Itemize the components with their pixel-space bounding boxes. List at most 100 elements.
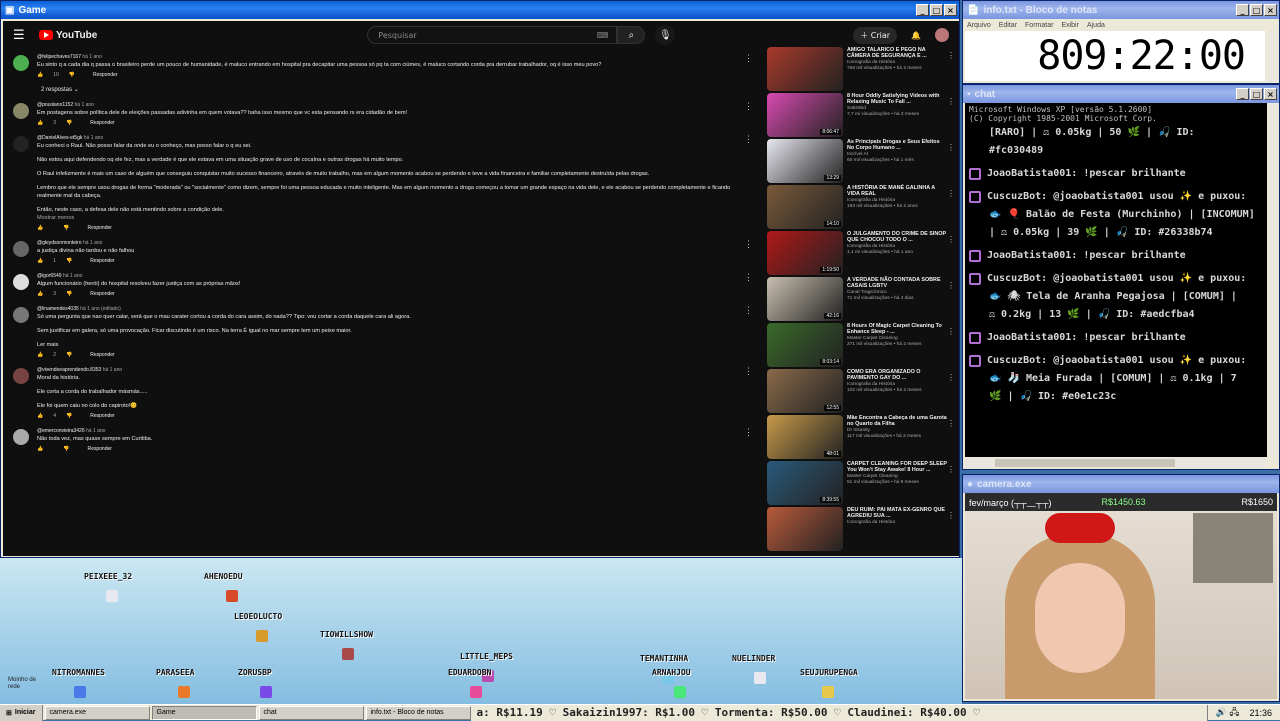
comment-author[interactable]: @prusiiano1152 [37, 102, 73, 108]
video-thumbnail[interactable]: 14:10 [767, 185, 843, 229]
notepad-scrollbar[interactable] [1268, 31, 1278, 81]
video-title[interactable]: 8 Hours Of Magic Carpet Cleaning To Enha… [847, 323, 947, 336]
maximize-button[interactable]: □ [930, 4, 943, 16]
reply-button[interactable]: Responder [90, 351, 114, 359]
search-button[interactable]: ⌕ [617, 26, 646, 44]
more-vert-icon[interactable]: ⋮ [947, 143, 955, 152]
video-thumbnail[interactable]: 42:16 [767, 277, 843, 321]
video-thumbnail[interactable]: 8:06:47 [767, 93, 843, 137]
video-title[interactable]: DEU RUIM: PAI MATA EX-GENRO QUE AGREDIU … [847, 507, 947, 520]
more-vert-icon[interactable]: ⋮ [947, 419, 955, 428]
comment-avatar[interactable] [13, 55, 29, 71]
comment-author[interactable]: @gleydsonmonteiro [37, 240, 82, 246]
dislike-icon[interactable]: 👎 [66, 257, 72, 265]
comment-avatar[interactable] [13, 307, 29, 323]
minimize-button[interactable]: _ [1236, 4, 1249, 16]
reply-button[interactable]: Responder [90, 119, 114, 127]
notepad-titlebar[interactable]: 📄 info.txt - Bloco de notas _ □ × [963, 1, 1279, 19]
camera-titlebar[interactable]: ● camera.exe [963, 475, 1279, 493]
search-input[interactable]: Pesquisar ⌨ [367, 26, 618, 44]
like-icon[interactable]: 👍 [37, 71, 43, 79]
sidebar-video[interactable]: AMIGO TALARICO É PEGO NA CÂMERA DE SEGUR… [767, 47, 957, 93]
read-more-link[interactable]: Ler mais [37, 341, 733, 349]
close-button[interactable]: × [1264, 88, 1277, 100]
dislike-icon[interactable]: 👎 [63, 445, 69, 453]
like-icon[interactable]: 👍 [37, 224, 43, 232]
menu-item-3[interactable]: Exibir [1061, 22, 1079, 29]
task-game[interactable]: Game [151, 705, 257, 720]
comment-avatar[interactable] [13, 241, 29, 257]
sidebar-video[interactable]: 48:01 Mãe Encontra a Cabeça de uma Garota… [767, 415, 957, 461]
show-less-link[interactable]: Mostrar menos [37, 214, 733, 222]
chat-horizontal-scrollbar[interactable] [965, 458, 1267, 468]
menu-item-1[interactable]: Editar [999, 22, 1017, 29]
dislike-icon[interactable]: 👎 [66, 351, 72, 359]
comment-author[interactable]: @DanielAlves-et5gk [37, 135, 82, 141]
reply-button[interactable]: Responder [90, 290, 114, 298]
reply-button[interactable]: Responder [90, 257, 114, 265]
comment-avatar[interactable] [13, 368, 29, 384]
sidebar-video[interactable]: 1:19:50 O JULGAMENTO DO CRIME DE SINOP QU… [767, 231, 957, 277]
sidebar-video[interactable]: 8:39:55 CARPET CLEANING FOR DEEP SLEEP Yo… [767, 461, 957, 507]
sidebar-video[interactable]: 13:29 As Principais Drogas e Seus Efeitos… [767, 139, 957, 185]
dislike-icon[interactable]: 👎 [66, 119, 72, 127]
voice-search-button[interactable]: 🎙 [655, 25, 676, 45]
video-thumbnail[interactable]: 13:29 [767, 139, 843, 183]
menu-item-0[interactable]: Arquivo [967, 22, 991, 29]
video-channel[interactable]: Iconografia da História [847, 520, 947, 526]
more-vert-icon[interactable]: ⋮ [744, 239, 753, 250]
comment-author[interactable]: @vivendoeaprendendo.8353 [37, 367, 101, 373]
more-vert-icon[interactable]: ⋮ [947, 189, 955, 198]
scroll-thumb[interactable] [995, 459, 1175, 467]
dislike-icon[interactable]: 👎 [69, 71, 75, 79]
more-vert-icon[interactable]: ⋮ [744, 272, 753, 283]
more-vert-icon[interactable]: ⋮ [947, 511, 955, 520]
maximize-button[interactable]: □ [1250, 88, 1263, 100]
video-thumbnail[interactable] [767, 507, 843, 551]
task-chat[interactable]: chat [258, 705, 364, 720]
chat-titlebar[interactable]: ▪ chat _ □ × [963, 85, 1279, 103]
like-icon[interactable]: 👍 [37, 351, 43, 359]
sidebar-video[interactable]: 42:16 A VERDADE NÃO CONTADA SOBRE CASAIS … [767, 277, 957, 323]
more-vert-icon[interactable]: ⋮ [947, 51, 955, 60]
menu-item-4[interactable]: Ajuda [1087, 22, 1105, 29]
video-title[interactable]: As Principais Drogas e Seus Efeitos No C… [847, 139, 947, 152]
more-vert-icon[interactable]: ⋮ [744, 53, 753, 64]
notifications-icon[interactable]: 🔔 [911, 31, 921, 40]
more-vert-icon[interactable]: ⋮ [947, 235, 955, 244]
minimize-button[interactable]: _ [1236, 88, 1249, 100]
reply-button[interactable]: Responder [87, 445, 111, 453]
game-titlebar[interactable]: ▣ Game _ □ × [1, 1, 959, 19]
video-title[interactable]: O JULGAMENTO DO CRIME DE SINOP QUE CHOCO… [847, 231, 947, 244]
maximize-button[interactable]: □ [1250, 4, 1263, 16]
video-title[interactable]: 8 Hour Oddly Satisfying Videos with Rela… [847, 93, 947, 106]
close-button[interactable]: × [944, 4, 957, 16]
video-thumbnail[interactable] [767, 47, 843, 91]
task-camera[interactable]: camera.exe [44, 705, 150, 720]
like-icon[interactable]: 👍 [37, 412, 43, 420]
sidebar-video[interactable]: 14:10 A HISTÓRIA DE MANÉ GALINHA A VIDA R… [767, 185, 957, 231]
menu-icon[interactable]: ☰ [13, 28, 39, 43]
sidebar-video[interactable]: DEU RUIM: PAI MATA EX-GENRO QUE AGREDIU … [767, 507, 957, 553]
more-vert-icon[interactable]: ⋮ [744, 305, 753, 316]
video-title[interactable]: A VERDADE NÃO CONTADA SOBRE CASAIS LGBTV [847, 277, 947, 290]
video-thumbnail[interactable]: 48:01 [767, 415, 843, 459]
video-thumbnail[interactable]: 1:19:50 [767, 231, 843, 275]
task-notepad[interactable]: info.txt - Bloco de notas [365, 705, 471, 720]
sidebar-video[interactable]: 8:03:14 8 Hours Of Magic Carpet Cleaning … [767, 323, 957, 369]
comment-author[interactable]: @felipechaves7167 [37, 54, 81, 60]
comment-avatar[interactable] [13, 103, 29, 119]
reply-button[interactable]: Responder [93, 71, 117, 79]
menu-item-2[interactable]: Formatar [1025, 22, 1053, 29]
sidebar-video[interactable]: 12:55 COMO ERA ORGANIZADO O PAVIMENTO GAY… [767, 369, 957, 415]
more-vert-icon[interactable]: ⋮ [744, 101, 753, 112]
video-title[interactable]: AMIGO TALARICO É PEGO NA CÂMERA DE SEGUR… [847, 47, 947, 60]
comment-author[interactable]: @linamendes4035 [37, 306, 79, 312]
dislike-icon[interactable]: 👎 [63, 224, 69, 232]
avatar[interactable] [935, 28, 949, 42]
more-vert-icon[interactable]: ⋮ [947, 281, 955, 290]
video-title[interactable]: COMO ERA ORGANIZADO O PAVIMENTO GAY DO .… [847, 369, 947, 382]
like-icon[interactable]: 👍 [37, 119, 43, 127]
more-vert-icon[interactable]: ⋮ [744, 427, 753, 438]
dislike-icon[interactable]: 👎 [66, 290, 72, 298]
